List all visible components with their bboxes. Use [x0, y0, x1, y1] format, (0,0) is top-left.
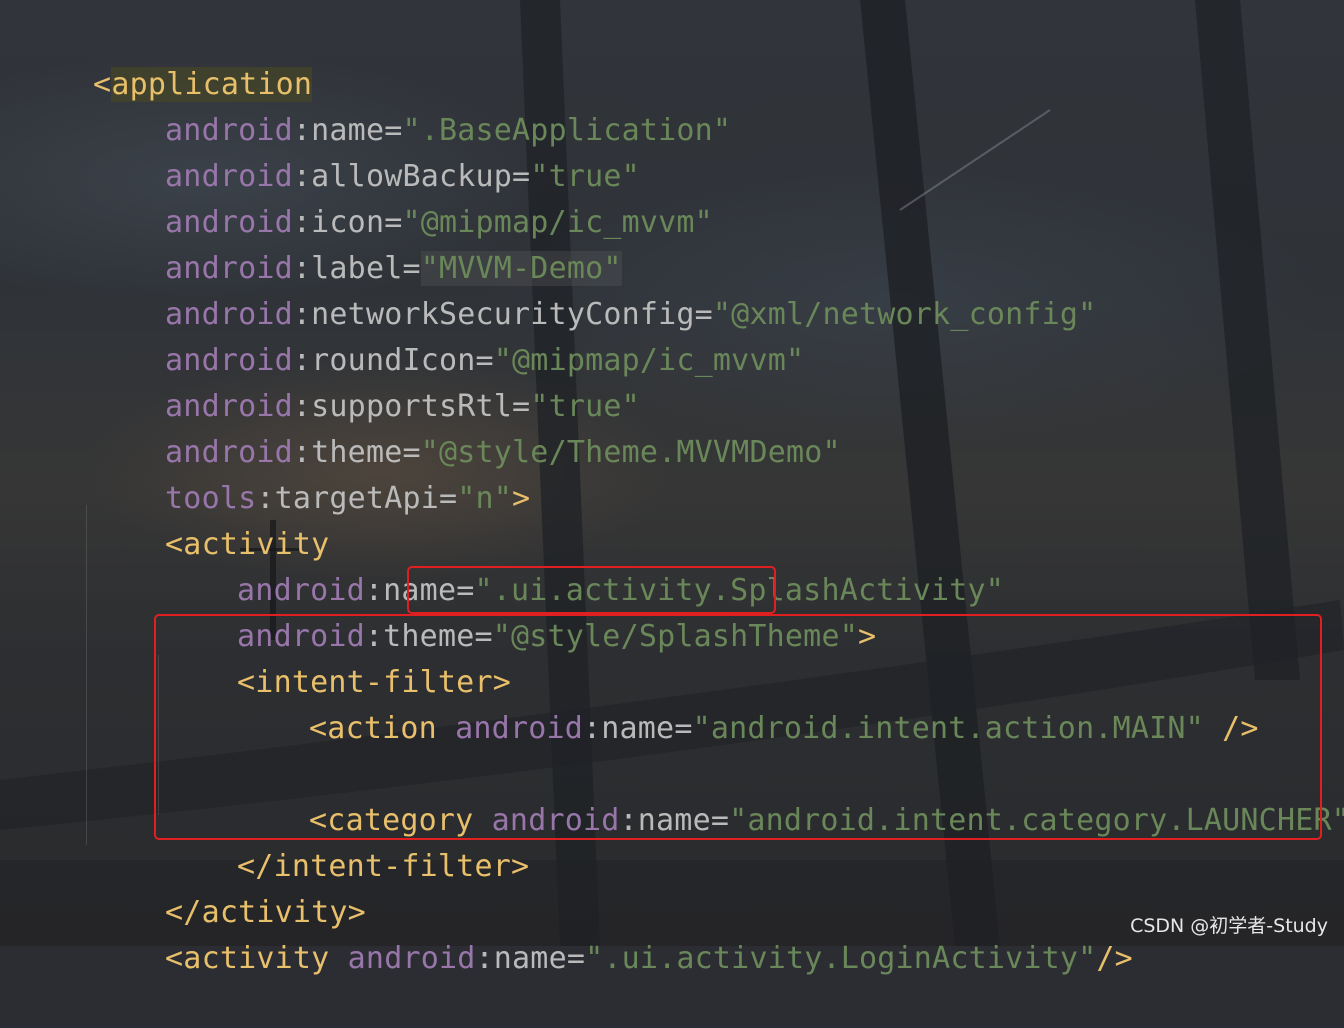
code-line: </activity> — [92, 844, 366, 930]
tag-activity: <activity — [165, 941, 330, 976]
code-line: android:label="MVVM-Demo" — [92, 200, 622, 286]
csdn-watermark: CSDN @初学者-Study — [1130, 915, 1328, 937]
code-line: android:name=".BaseApplication" — [92, 62, 731, 148]
code-line: android:icon="@mipmap/ic_mvvm" — [92, 154, 713, 240]
equals: = — [566, 941, 586, 976]
tag-close: /> — [1096, 941, 1133, 976]
intent-filter-highlight-box — [154, 614, 1322, 840]
tag-close: > — [512, 481, 531, 516]
code-line: android:networkSecurityConfig="@xml/netw… — [92, 246, 1096, 332]
attribute-name: name — [493, 941, 567, 976]
code-line: android:name=".ui.activity.SplashActivit… — [164, 522, 1004, 608]
code-line: tools:targetApi="n"> — [92, 430, 530, 516]
code-line: <activity android:name=".ui.activity.Log… — [92, 890, 1133, 976]
namespace: android — [347, 941, 476, 976]
splash-theme-highlight-box — [407, 566, 776, 614]
colon: : — [475, 941, 494, 976]
code-line: android:roundIcon="@mipmap/ic_mvvm" — [92, 292, 804, 378]
code-line: android:supportsRtl="true" — [92, 338, 640, 424]
code-line: android:theme="@style/Theme.MVVMDemo" — [92, 384, 841, 470]
code-line: <activity — [92, 476, 329, 562]
equals: = — [438, 481, 458, 516]
attribute-value: ".ui.activity.LoginActivity" — [585, 941, 1097, 976]
code-line: <application — [20, 16, 313, 102]
code-line: android:allowBackup="true" — [92, 108, 640, 194]
attribute-value: "n" — [457, 481, 513, 516]
indent-guide — [86, 505, 87, 845]
